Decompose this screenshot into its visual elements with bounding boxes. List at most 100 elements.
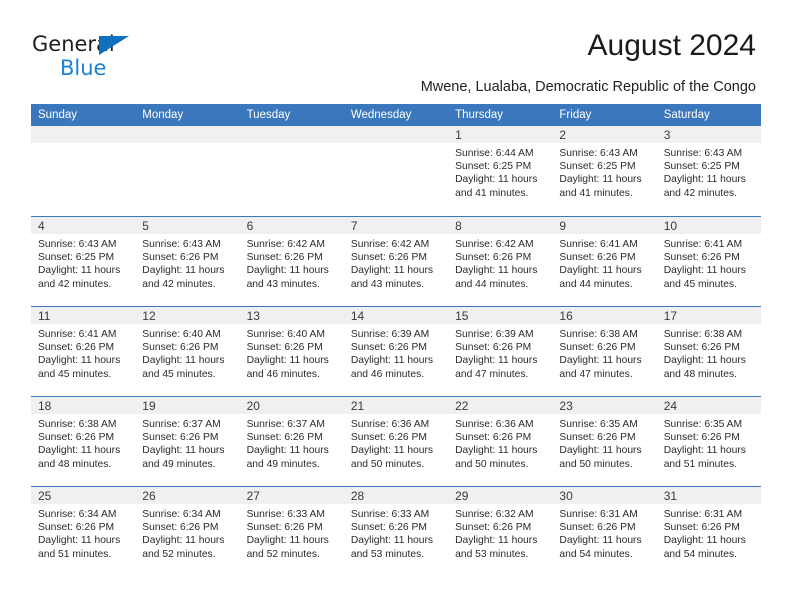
weekday-header-monday: Monday <box>135 104 240 126</box>
day-number: 30 <box>552 487 657 504</box>
day-cell-inner: 20 Sunrise: 6:37 AM Sunset: 6:26 PM Dayli… <box>239 396 344 486</box>
day-number: 9 <box>552 217 657 234</box>
day-cell-inner: 31 Sunrise: 6:31 AM Sunset: 6:26 PM Dayli… <box>656 486 761 576</box>
calendar-day-cell[interactable]: 28 Sunrise: 6:33 AM Sunset: 6:26 PM Dayli… <box>343 486 449 576</box>
day-cell-inner: 4 Sunrise: 6:43 AM Sunset: 6:25 PM Daylig… <box>31 216 136 306</box>
calendar-day-cell <box>343 126 449 216</box>
calendar-day-cell[interactable]: 11 Sunrise: 6:41 AM Sunset: 6:26 PM Dayli… <box>31 306 136 396</box>
day-cell-inner: 18 Sunrise: 6:38 AM Sunset: 6:26 PM Dayli… <box>31 396 136 486</box>
day-sun-details: Sunrise: 6:31 AM Sunset: 6:26 PM Dayligh… <box>559 509 642 560</box>
calendar-week-row: 11 Sunrise: 6:41 AM Sunset: 6:26 PM Dayli… <box>31 306 761 396</box>
calendar-week-row: 1 Sunrise: 6:44 AM Sunset: 6:25 PM Daylig… <box>31 126 761 216</box>
calendar-day-cell[interactable]: 24 Sunrise: 6:35 AM Sunset: 6:26 PM Dayli… <box>656 396 761 486</box>
day-sun-details: Sunrise: 6:31 AM Sunset: 6:26 PM Dayligh… <box>663 509 746 560</box>
day-cell-inner: 7 Sunrise: 6:42 AM Sunset: 6:26 PM Daylig… <box>343 216 449 306</box>
day-number: 16 <box>552 307 657 324</box>
day-sun-details: Sunrise: 6:42 AM Sunset: 6:26 PM Dayligh… <box>246 239 329 290</box>
weekday-header-tuesday: Tuesday <box>239 104 344 126</box>
day-cell-inner: 14 Sunrise: 6:39 AM Sunset: 6:26 PM Dayli… <box>343 306 449 396</box>
calendar-day-cell <box>31 126 136 216</box>
logo-triangle-icon <box>99 36 129 55</box>
calendar-day-cell[interactable]: 20 Sunrise: 6:37 AM Sunset: 6:26 PM Dayli… <box>239 396 344 486</box>
day-sun-details: Sunrise: 6:41 AM Sunset: 6:26 PM Dayligh… <box>663 239 746 290</box>
day-sun-details: Sunrise: 6:43 AM Sunset: 6:25 PM Dayligh… <box>38 239 121 290</box>
day-cell-inner <box>239 126 344 216</box>
day-number: 6 <box>239 217 344 234</box>
day-number: 5 <box>135 217 240 234</box>
day-cell-inner: 1 Sunrise: 6:44 AM Sunset: 6:25 PM Daylig… <box>448 126 553 216</box>
calendar-day-cell[interactable]: 12 Sunrise: 6:40 AM Sunset: 6:26 PM Dayli… <box>135 306 240 396</box>
day-cell-inner: 29 Sunrise: 6:32 AM Sunset: 6:26 PM Dayli… <box>448 486 553 576</box>
day-number: 26 <box>135 487 240 504</box>
day-number: 13 <box>239 307 344 324</box>
day-sun-details: Sunrise: 6:43 AM Sunset: 6:25 PM Dayligh… <box>559 148 642 199</box>
page-title: August 2024 <box>587 29 756 62</box>
calendar-day-cell[interactable]: 22 Sunrise: 6:36 AM Sunset: 6:26 PM Dayli… <box>448 396 553 486</box>
calendar-day-cell[interactable]: 3 Sunrise: 6:43 AM Sunset: 6:25 PM Daylig… <box>656 126 761 216</box>
calendar-day-cell[interactable]: 26 Sunrise: 6:34 AM Sunset: 6:26 PM Dayli… <box>135 486 240 576</box>
calendar-day-cell[interactable]: 31 Sunrise: 6:31 AM Sunset: 6:26 PM Dayli… <box>656 486 761 576</box>
day-cell-inner: 25 Sunrise: 6:34 AM Sunset: 6:26 PM Dayli… <box>31 486 136 576</box>
day-cell-inner: 3 Sunrise: 6:43 AM Sunset: 6:25 PM Daylig… <box>656 126 761 216</box>
calendar-day-cell[interactable]: 1 Sunrise: 6:44 AM Sunset: 6:25 PM Daylig… <box>448 126 553 216</box>
calendar-day-cell[interactable]: 29 Sunrise: 6:32 AM Sunset: 6:26 PM Dayli… <box>448 486 553 576</box>
day-cell-inner: 10 Sunrise: 6:41 AM Sunset: 6:26 PM Dayli… <box>656 216 761 306</box>
calendar-day-cell[interactable]: 16 Sunrise: 6:38 AM Sunset: 6:26 PM Dayli… <box>552 306 657 396</box>
day-sun-details: Sunrise: 6:43 AM Sunset: 6:25 PM Dayligh… <box>663 148 746 199</box>
day-number <box>343 126 449 143</box>
day-number <box>31 126 136 143</box>
day-sun-details: Sunrise: 6:36 AM Sunset: 6:26 PM Dayligh… <box>350 419 434 470</box>
day-cell-inner: 24 Sunrise: 6:35 AM Sunset: 6:26 PM Dayli… <box>656 396 761 486</box>
day-number: 14 <box>343 307 449 324</box>
weekday-header-saturday: Saturday <box>656 104 761 126</box>
weekday-header-thursday: Thursday <box>448 104 553 126</box>
calendar-day-cell[interactable]: 17 Sunrise: 6:38 AM Sunset: 6:26 PM Dayli… <box>656 306 761 396</box>
calendar-day-cell[interactable]: 21 Sunrise: 6:36 AM Sunset: 6:26 PM Dayli… <box>343 396 449 486</box>
calendar-day-cell[interactable]: 27 Sunrise: 6:33 AM Sunset: 6:26 PM Dayli… <box>239 486 344 576</box>
day-sun-details: Sunrise: 6:43 AM Sunset: 6:26 PM Dayligh… <box>142 239 225 290</box>
calendar-week-row: 25 Sunrise: 6:34 AM Sunset: 6:26 PM Dayli… <box>31 486 761 576</box>
calendar-day-cell[interactable]: 5 Sunrise: 6:43 AM Sunset: 6:26 PM Daylig… <box>135 216 240 306</box>
calendar-day-cell[interactable]: 15 Sunrise: 6:39 AM Sunset: 6:26 PM Dayli… <box>448 306 553 396</box>
day-sun-details: Sunrise: 6:39 AM Sunset: 6:26 PM Dayligh… <box>455 329 538 380</box>
day-sun-details: Sunrise: 6:34 AM Sunset: 6:26 PM Dayligh… <box>38 509 121 560</box>
day-number <box>239 126 344 143</box>
calendar-day-cell[interactable]: 10 Sunrise: 6:41 AM Sunset: 6:26 PM Dayli… <box>656 216 761 306</box>
day-number: 1 <box>448 126 553 143</box>
calendar-day-cell[interactable]: 6 Sunrise: 6:42 AM Sunset: 6:26 PM Daylig… <box>239 216 344 306</box>
day-number: 24 <box>656 397 761 414</box>
day-cell-inner: 6 Sunrise: 6:42 AM Sunset: 6:26 PM Daylig… <box>239 216 344 306</box>
calendar-day-cell[interactable]: 18 Sunrise: 6:38 AM Sunset: 6:26 PM Dayli… <box>31 396 136 486</box>
calendar-day-cell <box>239 126 344 216</box>
day-cell-inner <box>31 126 136 216</box>
day-cell-inner: 28 Sunrise: 6:33 AM Sunset: 6:26 PM Dayli… <box>343 486 449 576</box>
calendar-day-cell[interactable]: 23 Sunrise: 6:35 AM Sunset: 6:26 PM Dayli… <box>552 396 657 486</box>
day-number: 31 <box>656 487 761 504</box>
day-number: 29 <box>448 487 553 504</box>
calendar-day-cell[interactable]: 9 Sunrise: 6:41 AM Sunset: 6:26 PM Daylig… <box>552 216 657 306</box>
calendar-day-cell[interactable]: 25 Sunrise: 6:34 AM Sunset: 6:26 PM Dayli… <box>31 486 136 576</box>
day-sun-details: Sunrise: 6:35 AM Sunset: 6:26 PM Dayligh… <box>559 419 642 470</box>
day-number: 20 <box>239 397 344 414</box>
calendar-day-cell[interactable]: 8 Sunrise: 6:42 AM Sunset: 6:26 PM Daylig… <box>448 216 553 306</box>
day-sun-details: Sunrise: 6:42 AM Sunset: 6:26 PM Dayligh… <box>350 239 434 290</box>
day-cell-inner: 27 Sunrise: 6:33 AM Sunset: 6:26 PM Dayli… <box>239 486 344 576</box>
calendar-day-cell[interactable]: 7 Sunrise: 6:42 AM Sunset: 6:26 PM Daylig… <box>343 216 449 306</box>
calendar-day-cell[interactable]: 19 Sunrise: 6:37 AM Sunset: 6:26 PM Dayli… <box>135 396 240 486</box>
day-number: 10 <box>656 217 761 234</box>
day-cell-inner: 30 Sunrise: 6:31 AM Sunset: 6:26 PM Dayli… <box>552 486 657 576</box>
day-sun-details: Sunrise: 6:37 AM Sunset: 6:26 PM Dayligh… <box>246 419 329 470</box>
calendar-day-cell[interactable]: 14 Sunrise: 6:39 AM Sunset: 6:26 PM Dayli… <box>343 306 449 396</box>
day-number: 22 <box>448 397 553 414</box>
day-number: 23 <box>552 397 657 414</box>
calendar-day-cell[interactable]: 30 Sunrise: 6:31 AM Sunset: 6:26 PM Dayli… <box>552 486 657 576</box>
day-sun-details: Sunrise: 6:38 AM Sunset: 6:26 PM Dayligh… <box>559 329 642 380</box>
calendar-header-row: Sunday Monday Tuesday Wednesday Thursday… <box>31 104 761 126</box>
day-cell-inner: 23 Sunrise: 6:35 AM Sunset: 6:26 PM Dayli… <box>552 396 657 486</box>
calendar-day-cell[interactable]: 13 Sunrise: 6:40 AM Sunset: 6:26 PM Dayli… <box>239 306 344 396</box>
calendar-day-cell[interactable]: 4 Sunrise: 6:43 AM Sunset: 6:25 PM Daylig… <box>31 216 136 306</box>
day-number: 7 <box>343 217 449 234</box>
day-sun-details: Sunrise: 6:33 AM Sunset: 6:26 PM Dayligh… <box>350 509 434 560</box>
calendar-day-cell[interactable]: 2 Sunrise: 6:43 AM Sunset: 6:25 PM Daylig… <box>552 126 657 216</box>
weekday-header-sunday: Sunday <box>31 104 136 126</box>
